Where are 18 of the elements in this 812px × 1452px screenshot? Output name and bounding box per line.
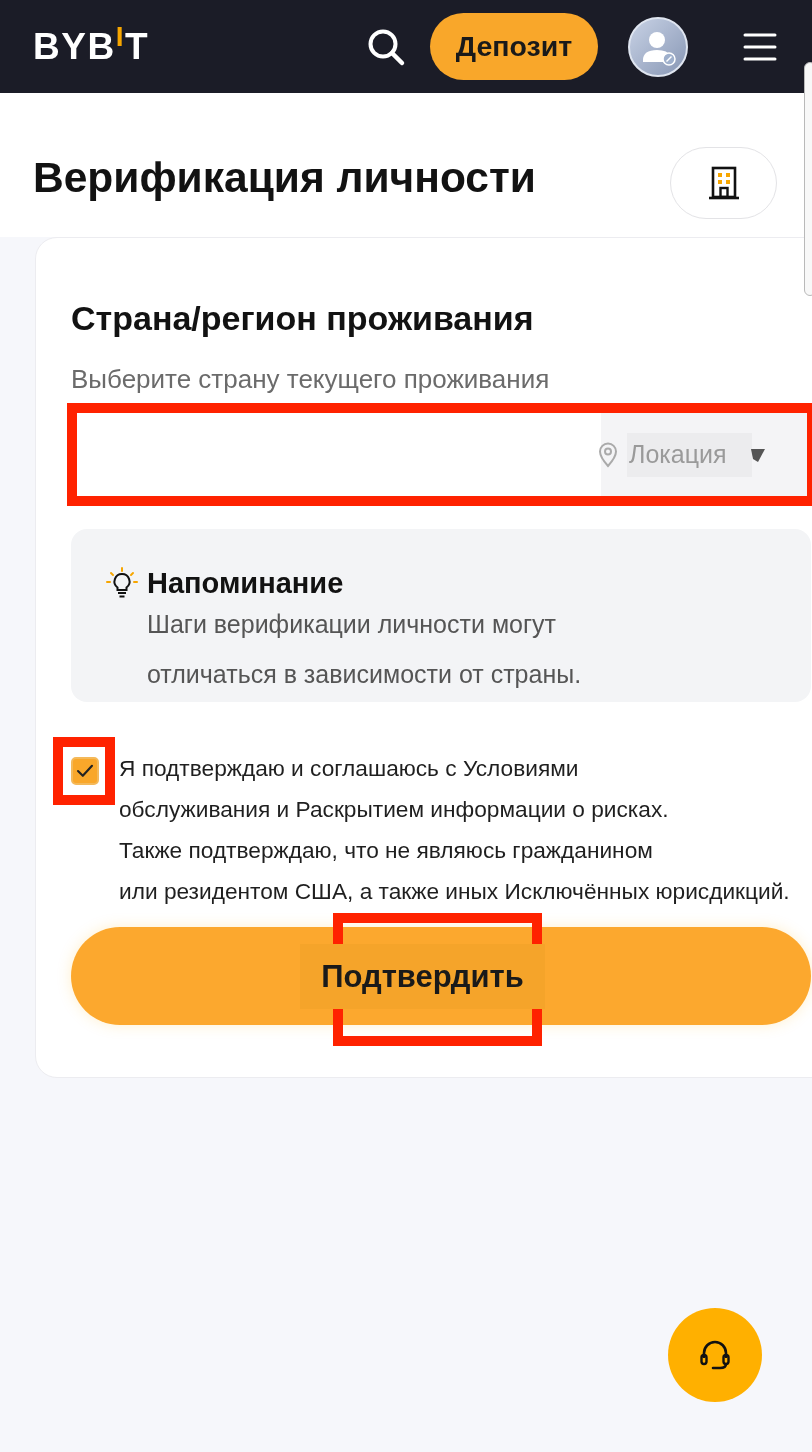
avatar-icon[interactable] bbox=[628, 16, 688, 77]
deposit-button[interactable]: Депозит bbox=[430, 13, 598, 80]
dropdown-caret-icon[interactable] bbox=[750, 446, 766, 463]
location-input[interactable]: Локация bbox=[627, 432, 752, 477]
menu-icon[interactable] bbox=[743, 31, 777, 62]
check-icon bbox=[76, 764, 94, 778]
light-bulb-icon bbox=[106, 567, 138, 599]
page-title: Верификация личности bbox=[33, 153, 536, 203]
location-pin-icon bbox=[598, 441, 618, 468]
confirm-button[interactable]: Подтвердить bbox=[71, 927, 811, 1025]
reminder-title: Напоминание bbox=[147, 567, 344, 599]
consent-checkbox[interactable] bbox=[71, 757, 99, 785]
headset-icon bbox=[698, 1338, 732, 1372]
consent-text: Я подтверждаю и соглашаюсь с Условиями обслуживания и Раскрытием информации о рисках. Также подтверждаю, что не являюсь гражданином или резидентом США, а также иных Исключённых юрисдикций. bbox=[119, 754, 790, 906]
building-icon bbox=[707, 166, 740, 200]
reminder-text: Шаги верификации личности могут отличаться в зависимости от страны. bbox=[147, 609, 583, 690]
section-heading: Страна/регион проживания bbox=[71, 299, 535, 337]
hint-text: Выберите страну текущего проживания bbox=[71, 364, 551, 394]
